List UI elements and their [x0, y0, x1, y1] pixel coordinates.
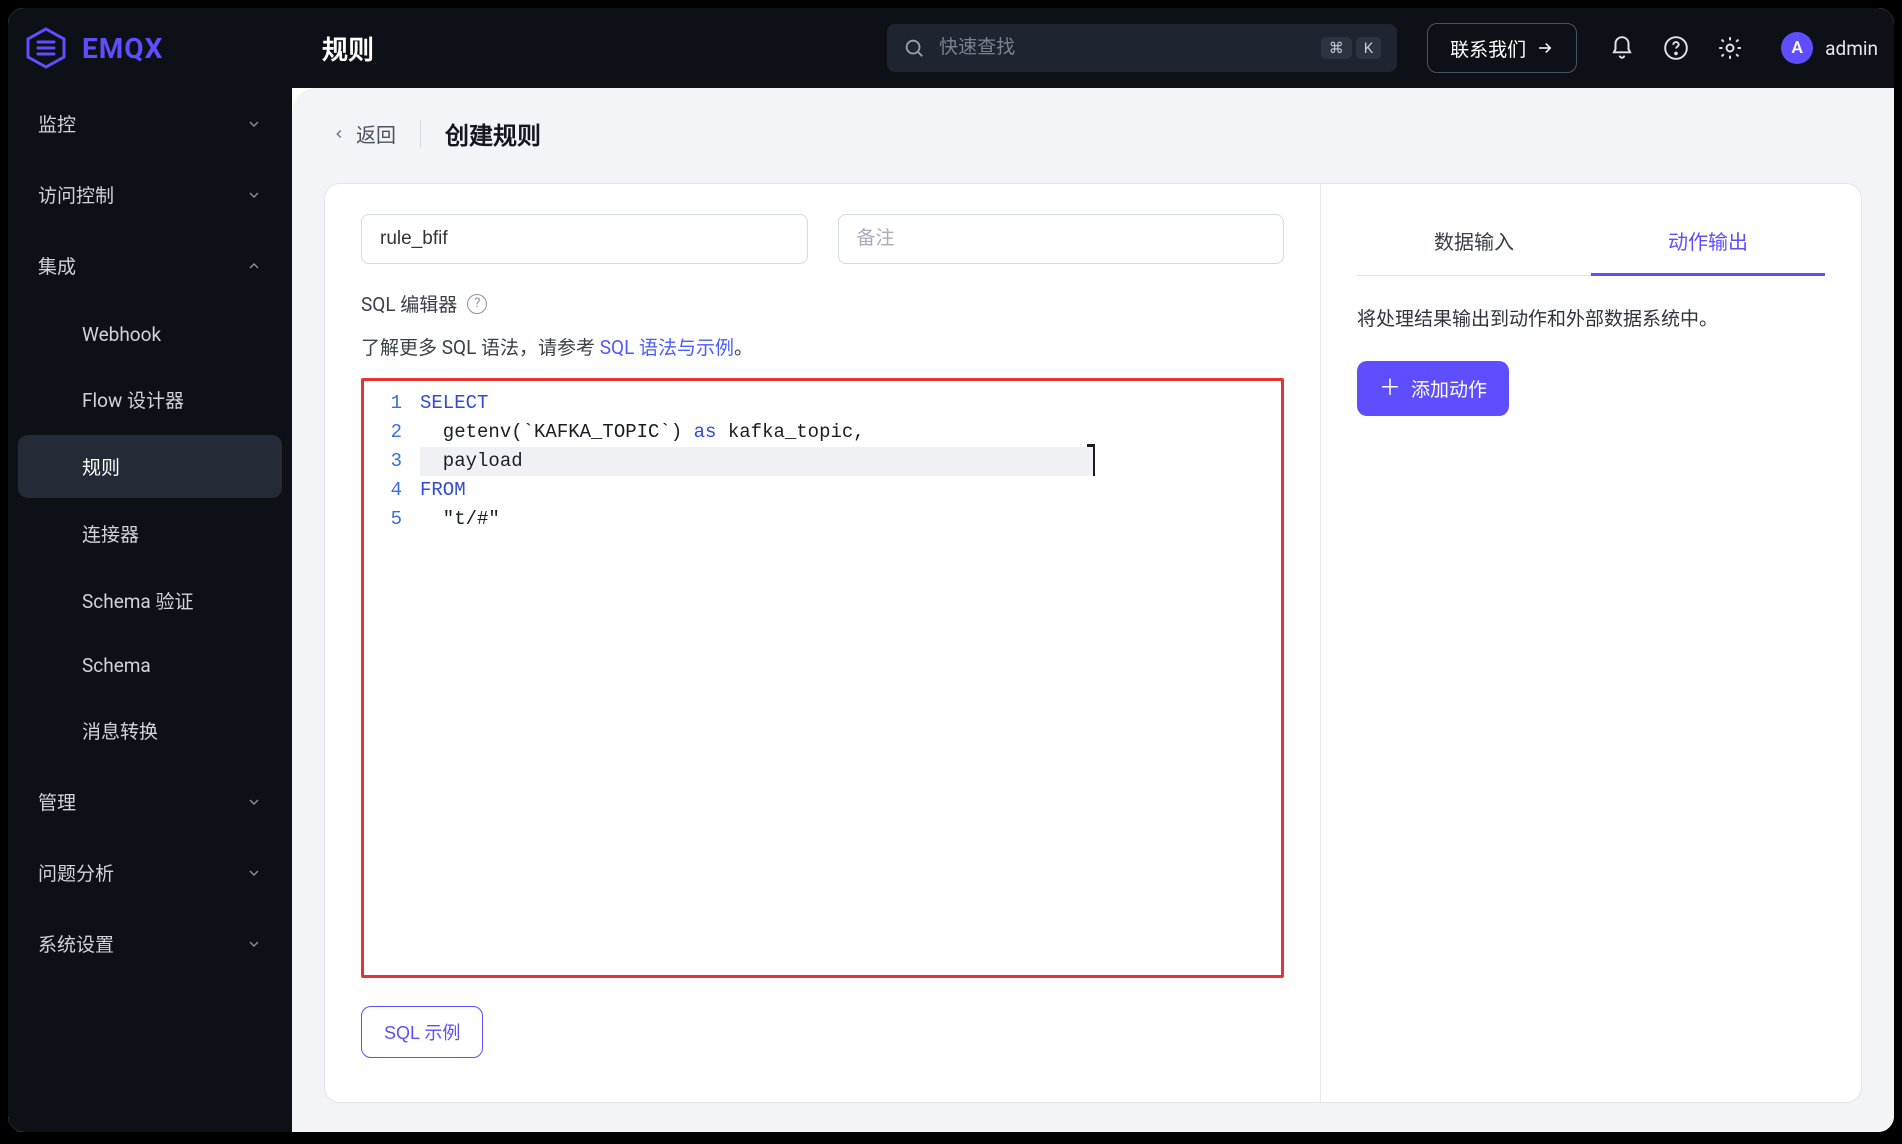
- sidebar-item-msg-transform[interactable]: 消息转换: [18, 699, 282, 762]
- line-number: 4: [364, 476, 420, 505]
- sidebar-section-integration[interactable]: 集成: [8, 230, 292, 301]
- sidebar-item-flow[interactable]: Flow 设计器: [18, 368, 282, 431]
- sql-editor-label: SQL 编辑器 ?: [361, 290, 1284, 317]
- sql-docs-link[interactable]: SQL 语法与示例: [600, 336, 734, 359]
- rule-note-input[interactable]: [838, 214, 1285, 264]
- brand-area[interactable]: EMQX: [24, 26, 294, 70]
- line-number: 3: [364, 447, 420, 476]
- chevron-up-icon: [246, 258, 262, 274]
- tab-action-output[interactable]: 动作输出: [1591, 210, 1825, 276]
- rule-name-input[interactable]: [361, 214, 808, 264]
- chevron-down-icon: [246, 794, 262, 810]
- tab-description: 将处理结果输出到动作和外部数据系统中。: [1357, 304, 1825, 331]
- actions-tabs: 数据输入 动作输出: [1357, 210, 1825, 276]
- gear-icon[interactable]: [1717, 35, 1743, 61]
- sidebar-item-connectors[interactable]: 连接器: [18, 502, 282, 565]
- sidebar-item-schema[interactable]: Schema: [18, 636, 282, 695]
- app-header: EMQX 规则 ⌘ K 联系我们 A admin: [8, 8, 1894, 88]
- chevron-down-icon: [246, 116, 262, 132]
- arrow-right-icon: [1536, 39, 1554, 57]
- plus-icon: ＋: [1379, 377, 1401, 399]
- actions-panel: 数据输入 动作输出 将处理结果输出到动作和外部数据系统中。 ＋ 添加动作: [1321, 184, 1861, 1102]
- code-line[interactable]: 3 payload: [364, 447, 1281, 476]
- quick-search[interactable]: ⌘ K: [887, 24, 1397, 72]
- brand-name: EMQX: [82, 32, 163, 65]
- search-input[interactable]: [939, 37, 1307, 59]
- search-shortcut: ⌘ K: [1321, 37, 1381, 59]
- line-number: 2: [364, 418, 420, 447]
- sql-hint: 了解更多 SQL 语法，请参考 SQL 语法与示例。: [361, 333, 1284, 360]
- chevron-left-icon: [332, 127, 346, 141]
- help-icon[interactable]: [1663, 35, 1689, 61]
- search-icon: [903, 37, 925, 59]
- code-content: payload: [420, 447, 1095, 476]
- code-content: FROM: [420, 476, 466, 505]
- tab-data-input[interactable]: 数据输入: [1357, 210, 1591, 275]
- code-line[interactable]: 2 getenv(`KAFKA_TOPIC`) as kafka_topic,: [364, 418, 1281, 447]
- rule-card: SQL 编辑器 ? 了解更多 SQL 语法，请参考 SQL 语法与示例。 1SE…: [324, 183, 1862, 1103]
- main-content: 返回 创建规则 SQL 编辑器 ? 了解更多 SQL 语法，请参考 SQL 语法…: [292, 88, 1894, 1132]
- sidebar-section-access[interactable]: 访问控制: [8, 159, 292, 230]
- code-content: getenv(`KAFKA_TOPIC`) as kafka_topic,: [420, 418, 865, 447]
- sidebar-section-diagnose[interactable]: 问题分析: [8, 837, 292, 908]
- contact-label: 联系我们: [1450, 35, 1526, 62]
- code-content: "t/#": [420, 505, 500, 534]
- bell-icon[interactable]: [1609, 35, 1635, 61]
- sidebar-item-schema-validate[interactable]: Schema 验证: [18, 569, 282, 632]
- back-button[interactable]: 返回: [332, 119, 396, 148]
- contact-us-button[interactable]: 联系我们: [1427, 23, 1577, 73]
- code-line[interactable]: 4FROM: [364, 476, 1281, 505]
- sql-example-button[interactable]: SQL 示例: [361, 1006, 483, 1058]
- sidebar-item-webhook[interactable]: Webhook: [18, 305, 282, 364]
- user-menu[interactable]: A admin: [1781, 32, 1878, 64]
- sidebar-section-system[interactable]: 系统设置: [8, 908, 292, 979]
- sidebar: 监控 访问控制 集成 Webhook Flow 设计器 规则 连接器 Schem…: [8, 88, 292, 1132]
- code-line[interactable]: 1SELECT: [364, 389, 1281, 418]
- chevron-down-icon: [246, 865, 262, 881]
- line-number: 1: [364, 389, 420, 418]
- sidebar-section-monitor[interactable]: 监控: [8, 88, 292, 159]
- rule-editor-panel: SQL 编辑器 ? 了解更多 SQL 语法，请参考 SQL 语法与示例。 1SE…: [325, 184, 1321, 1102]
- breadcrumb: 返回 创建规则: [292, 88, 1894, 171]
- chevron-down-icon: [246, 936, 262, 952]
- sql-editor[interactable]: 1SELECT2 getenv(`KAFKA_TOPIC`) as kafka_…: [361, 378, 1284, 978]
- code-content: SELECT: [420, 389, 488, 418]
- add-action-button[interactable]: ＋ 添加动作: [1357, 361, 1509, 416]
- code-line[interactable]: 5 "t/#": [364, 505, 1281, 534]
- line-number: 5: [364, 505, 420, 534]
- avatar: A: [1781, 32, 1813, 64]
- help-icon[interactable]: ?: [467, 294, 487, 314]
- header-page-title: 规则: [322, 30, 374, 67]
- breadcrumb-separator: [420, 120, 421, 148]
- emqx-logo-icon: [24, 26, 68, 70]
- sidebar-section-manage[interactable]: 管理: [8, 766, 292, 837]
- username-label: admin: [1825, 37, 1878, 60]
- page-title: 创建规则: [445, 116, 541, 151]
- sidebar-item-rules[interactable]: 规则: [18, 435, 282, 498]
- chevron-down-icon: [246, 187, 262, 203]
